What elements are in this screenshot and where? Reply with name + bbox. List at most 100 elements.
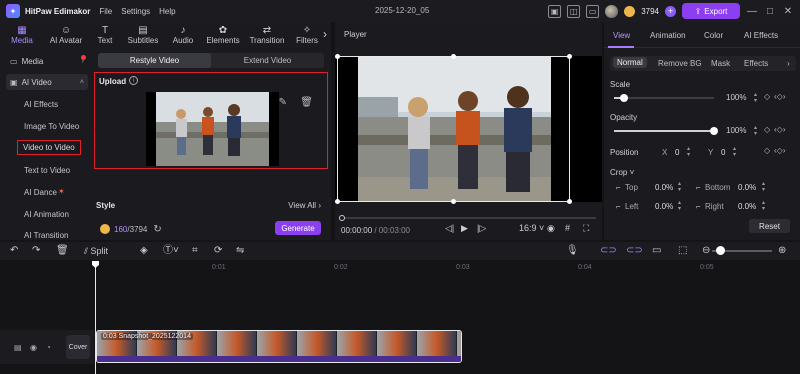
sidebar-item-video-to-video[interactable]: Video to Video <box>17 140 81 155</box>
scale-stepper[interactable]: ▴ ▾ <box>754 92 757 104</box>
scale-slider[interactable] <box>614 97 714 99</box>
screen-icon[interactable]: ▭ <box>586 4 600 18</box>
tab-filters[interactable]: ✧ Filters <box>290 22 324 48</box>
crop-bottom-stepper[interactable]: ▴ ▾ <box>762 181 765 193</box>
chevron-right-icon[interactable]: › <box>323 27 327 41</box>
tab-audio[interactable]: ♪ Audio <box>164 22 202 48</box>
step-forward-icon[interactable]: |▷ <box>477 223 486 234</box>
snapshot-icon[interactable]: ◉ <box>547 223 555 234</box>
undo-icon[interactable]: ↶ <box>10 245 18 257</box>
tab-ai-effects[interactable]: AI Effects <box>744 31 778 40</box>
gift-icon[interactable]: ▣ <box>548 4 562 18</box>
zoom-slider-knob[interactable] <box>716 246 725 255</box>
upload-area[interactable]: Upload i ✎ 🗑 <box>94 72 328 169</box>
cover-button[interactable]: Cover <box>66 335 90 359</box>
sidebar-item-ai-effects[interactable]: AI Effects <box>24 100 58 109</box>
keyframe-nav-icon[interactable]: ‹◇› <box>774 146 785 155</box>
view-all-link[interactable]: View All › <box>288 201 321 210</box>
position-x-input[interactable]: 0 <box>675 148 679 157</box>
delete-icon[interactable]: 🗑 <box>56 245 69 257</box>
position-y-input[interactable]: 0 <box>721 148 725 157</box>
tab-remove-bg[interactable]: Remove BG <box>658 59 702 68</box>
chevron-right-icon[interactable]: › <box>787 59 790 68</box>
track-audio-icon[interactable]: ◔ <box>46 343 51 352</box>
crop-right-stepper[interactable]: ▴ ▾ <box>762 200 765 212</box>
notification-icon[interactable]: ◫ <box>567 4 581 18</box>
tab-animation[interactable]: Animation <box>650 31 686 40</box>
playback-scrubber[interactable] <box>339 215 596 221</box>
play-icon[interactable]: ▶ <box>461 223 468 234</box>
position-y-stepper[interactable]: ▴ ▾ <box>733 146 736 158</box>
fit-icon[interactable]: ⬚ <box>678 245 687 257</box>
zoom-out-icon[interactable]: ⊖ <box>702 245 710 257</box>
menu-help[interactable]: Help <box>159 7 175 16</box>
sidebar-item-ai-dance[interactable]: AI Dance <box>24 188 57 197</box>
add-credits-button[interactable]: + <box>665 5 676 17</box>
crop-left-stepper[interactable]: ▴ ▾ <box>678 200 681 212</box>
info-icon[interactable]: i <box>129 76 138 85</box>
sidebar-item-ai-animation[interactable]: AI Animation <box>24 210 69 219</box>
track-visibility-icon[interactable]: ◉ <box>30 343 37 352</box>
video-frame[interactable] <box>337 56 570 202</box>
fullscreen-icon[interactable]: ⛶ <box>583 223 589 234</box>
tab-elements[interactable]: ✿ Elements <box>202 22 244 48</box>
resize-handle[interactable] <box>335 199 340 204</box>
scale-value[interactable]: 100% <box>726 93 746 102</box>
tab-ai-avatar[interactable]: ☺ AI Avatar <box>44 22 88 48</box>
crop-right-input[interactable]: 0.0% <box>738 202 756 211</box>
microphone-icon[interactable]: 🎙 <box>566 245 579 257</box>
text-tool-icon[interactable]: Ⓣ˅ <box>163 245 179 257</box>
crop-top-input[interactable]: 0.0% <box>655 183 673 192</box>
reset-button[interactable]: Reset <box>749 219 790 233</box>
crop-left-input[interactable]: 0.0% <box>655 202 673 211</box>
resize-handle[interactable] <box>567 54 572 59</box>
crop-top-stepper[interactable]: ▴ ▾ <box>678 181 681 193</box>
marker-icon[interactable]: ◈ <box>140 245 148 257</box>
resize-handle[interactable] <box>567 199 572 204</box>
caption-icon[interactable]: ▭ <box>652 245 661 257</box>
tab-mask[interactable]: Mask <box>711 59 730 68</box>
rotate-handle[interactable] <box>451 54 456 59</box>
split-button[interactable]: ⫽ Split <box>84 245 108 257</box>
resize-handle[interactable] <box>451 199 456 204</box>
track-lock-icon[interactable]: ▤ <box>14 343 22 352</box>
close-icon[interactable]: ✕ <box>782 6 794 17</box>
keyframe-icon[interactable]: ◇ <box>764 125 770 134</box>
refresh-icon[interactable]: ↻ <box>153 224 161 235</box>
resize-handle[interactable] <box>335 54 340 59</box>
menu-settings[interactable]: Settings <box>121 7 150 16</box>
keyframe-icon[interactable]: ◇ <box>764 146 770 155</box>
scale-slider-knob[interactable] <box>620 94 628 102</box>
sidebar-item-image-to-video[interactable]: Image To Video <box>24 122 79 131</box>
edit-icon[interactable]: ✎ <box>279 97 287 108</box>
tab-normal[interactable]: Normal <box>613 57 647 68</box>
aspect-ratio-select[interactable]: 16:9 ˅ <box>519 223 544 233</box>
opacity-slider-knob[interactable] <box>710 127 718 135</box>
trash-icon[interactable]: 🗑 <box>300 97 313 108</box>
keyframe-nav-icon[interactable]: ‹◇› <box>774 125 785 134</box>
tab-extend-video[interactable]: Extend Video <box>211 53 324 68</box>
tab-media[interactable]: ▦ Media <box>0 22 44 48</box>
crop-tool-icon[interactable]: ⌗ <box>192 245 198 257</box>
magnet-icon[interactable]: ⊂⊃ <box>600 245 617 257</box>
link-icon[interactable]: ⊂⊃ <box>626 245 643 257</box>
crop-label[interactable]: Crop ˅ <box>610 168 634 177</box>
keyframe-nav-icon[interactable]: ‹◇› <box>774 92 785 101</box>
sidebar-item-ai-transition[interactable]: AI Transition <box>24 231 68 240</box>
opacity-stepper[interactable]: ▴ ▾ <box>754 125 757 137</box>
maximize-icon[interactable]: □ <box>764 6 776 17</box>
tab-restyle-video[interactable]: Restyle Video <box>98 53 211 68</box>
menu-file[interactable]: File <box>99 7 112 16</box>
opacity-value[interactable]: 100% <box>726 126 746 135</box>
tab-view[interactable]: View <box>613 31 630 40</box>
generate-button[interactable]: Generate <box>275 221 321 235</box>
video-clip[interactable]: 0:03 Snapshot_2025122014 <box>96 330 462 363</box>
position-x-stepper[interactable]: ▴ ▾ <box>687 146 690 158</box>
tab-subtitles[interactable]: ▤ Subtitles <box>122 22 164 48</box>
avatar[interactable] <box>605 4 619 18</box>
player-stage[interactable] <box>335 54 602 204</box>
tab-color[interactable]: Color <box>704 31 723 40</box>
mirror-icon[interactable]: ⇋ <box>236 245 244 257</box>
sidebar-item-ai-video[interactable]: ▣ AI Video ˄ <box>6 74 88 90</box>
rotate-icon[interactable]: ⟳ <box>214 245 222 257</box>
